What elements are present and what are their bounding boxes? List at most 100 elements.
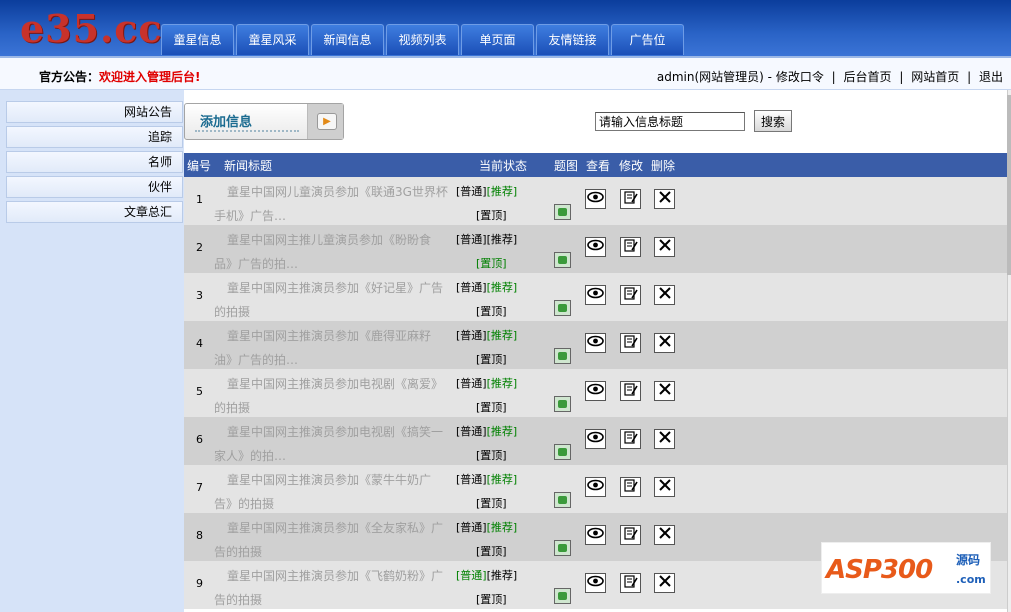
news-title[interactable]: 童星中国网主推儿童演员参加《盼盼食品》广告的拍…: [214, 228, 449, 276]
delete-x-icon[interactable]: [654, 381, 675, 401]
status-normal[interactable]: [普通]: [456, 329, 487, 342]
edit-icon[interactable]: [620, 573, 641, 593]
status-normal[interactable]: [普通]: [456, 233, 487, 246]
news-title[interactable]: 童星中国网儿童演员参加《联通3G世界杯手机》广告…: [214, 180, 449, 228]
status-recommend[interactable]: [推荐]: [487, 569, 518, 582]
status-recommend[interactable]: [推荐]: [487, 233, 518, 246]
delete-x-icon[interactable]: [654, 429, 675, 449]
sidebar-item-teachers[interactable]: 名师: [6, 151, 183, 173]
notice-bar: 官方公告：欢迎进入管理后台! admin(网站管理员) - 修改口令 | 后台首…: [0, 56, 1011, 90]
news-title[interactable]: 童星中国网主推演员参加《鹿得亚麻籽油》广告的拍…: [214, 324, 449, 372]
delete-x-icon[interactable]: [654, 285, 675, 305]
status-normal[interactable]: [普通]: [456, 185, 487, 198]
edit-icon[interactable]: [620, 333, 641, 353]
site-home-link[interactable]: 网站首页: [911, 70, 959, 84]
edit-icon[interactable]: [620, 189, 641, 209]
edit-icon[interactable]: [620, 525, 641, 545]
status-normal[interactable]: [普通]: [456, 569, 487, 582]
eye-icon[interactable]: [585, 477, 606, 497]
tab-single-page[interactable]: 单页面: [461, 24, 534, 55]
top-header: e35.cc 童星信息 童星风采 新闻信息 视频列表 单页面 友情链接 广告位: [0, 0, 1011, 56]
status-line: [普通][推荐]: [456, 564, 538, 588]
delete-x-icon[interactable]: [654, 573, 675, 593]
status-line: [普通][推荐]: [456, 324, 538, 348]
status-top[interactable]: [置顶]: [476, 588, 507, 612]
sidebar-item-tracking[interactable]: 追踪: [6, 126, 183, 148]
status-recommend[interactable]: [推荐]: [487, 329, 518, 342]
sidebar-item-articles[interactable]: 文章总汇: [6, 201, 183, 223]
status-normal[interactable]: [普通]: [456, 377, 487, 390]
delete-x-icon[interactable]: [654, 189, 675, 209]
status-normal[interactable]: [普通]: [456, 473, 487, 486]
col-image: 题图: [554, 159, 579, 173]
image-icon[interactable]: [554, 540, 571, 556]
watermark-source-code: 源码: [956, 553, 981, 567]
edit-icon[interactable]: [620, 477, 641, 497]
sidebar: 网站公告 追踪 名师 伙伴 文章总汇: [0, 90, 184, 612]
status-normal[interactable]: [普通]: [456, 281, 487, 294]
separator: |: [899, 70, 904, 84]
image-icon[interactable]: [554, 348, 571, 364]
news-title[interactable]: 童星中国网主推演员参加《好记星》广告的拍摄: [214, 276, 449, 324]
edit-icon[interactable]: [620, 237, 641, 257]
image-icon[interactable]: [554, 444, 571, 460]
image-icon[interactable]: [554, 492, 571, 508]
eye-icon[interactable]: [585, 525, 606, 545]
col-edit: 修改: [619, 159, 644, 173]
status-recommend[interactable]: [推荐]: [487, 425, 518, 438]
table-row: 5 童星中国网主推演员参加电视剧《离爱》的拍摄 [普通][推荐] [置顶]: [184, 369, 1007, 417]
status-line: [普通][推荐]: [456, 180, 538, 204]
eye-icon[interactable]: [585, 333, 606, 353]
eye-icon[interactable]: [585, 285, 606, 305]
news-title[interactable]: 童星中国网主推演员参加《飞鹤奶粉》广告的拍摄: [214, 564, 449, 612]
status-recommend[interactable]: [推荐]: [487, 377, 518, 390]
add-info-button[interactable]: 添加信息 ▶: [184, 103, 344, 140]
tab-friend-links[interactable]: 友情链接: [536, 24, 609, 55]
image-icon[interactable]: [554, 204, 571, 220]
edit-icon[interactable]: [620, 285, 641, 305]
edit-icon[interactable]: [620, 381, 641, 401]
news-title[interactable]: 童星中国网主推演员参加电视剧《搞笑一家人》的拍…: [214, 420, 449, 468]
logout-link[interactable]: 退出: [979, 70, 1003, 84]
status-recommend[interactable]: [推荐]: [487, 281, 518, 294]
col-delete: 删除: [651, 159, 676, 173]
status-normal[interactable]: [普通]: [456, 425, 487, 438]
news-title[interactable]: 童星中国网主推演员参加《全友家私》广告的拍摄: [214, 516, 449, 564]
change-password-link[interactable]: 修改口令: [776, 70, 824, 84]
row-number: 4: [196, 337, 203, 350]
sidebar-item-partners[interactable]: 伙伴: [6, 176, 183, 198]
image-icon[interactable]: [554, 300, 571, 316]
edit-icon[interactable]: [620, 429, 641, 449]
tab-ad-slot[interactable]: 广告位: [611, 24, 684, 55]
main-content: 添加信息 ▶ 搜索 编号 新闻标题 当前状态 题图 查看 修改 删除 1 童星中国…: [184, 90, 1007, 612]
eye-icon[interactable]: [585, 573, 606, 593]
eye-icon[interactable]: [585, 429, 606, 449]
delete-x-icon[interactable]: [654, 525, 675, 545]
image-icon[interactable]: [554, 396, 571, 412]
news-title[interactable]: 童星中国网主推演员参加《蒙牛牛奶广告》的拍摄: [214, 468, 449, 516]
image-icon[interactable]: [554, 588, 571, 604]
eye-icon[interactable]: [585, 381, 606, 401]
news-title[interactable]: 童星中国网主推演员参加电视剧《离爱》的拍摄: [214, 372, 449, 420]
sidebar-item-announcements[interactable]: 网站公告: [6, 101, 183, 123]
status-recommend[interactable]: [推荐]: [487, 185, 518, 198]
search-button[interactable]: 搜索: [754, 110, 792, 132]
delete-x-icon[interactable]: [654, 333, 675, 353]
admin-home-link[interactable]: 后台首页: [844, 70, 892, 84]
status-normal[interactable]: [普通]: [456, 521, 487, 534]
image-icon[interactable]: [554, 252, 571, 268]
delete-x-icon[interactable]: [654, 237, 675, 257]
search-input[interactable]: [595, 112, 745, 131]
delete-x-icon[interactable]: [654, 477, 675, 497]
user-links: admin(网站管理员) - 修改口令 | 后台首页 | 网站首页 | 退出: [657, 68, 1003, 85]
scrollbar-thumb[interactable]: [1007, 95, 1011, 275]
tab-star-info[interactable]: 童星信息: [161, 24, 234, 55]
tab-news[interactable]: 新闻信息: [311, 24, 384, 55]
eye-icon[interactable]: [585, 189, 606, 209]
table-row: 3 童星中国网主推演员参加《好记星》广告的拍摄 [普通][推荐] [置顶]: [184, 273, 1007, 321]
eye-icon[interactable]: [585, 237, 606, 257]
status-recommend[interactable]: [推荐]: [487, 473, 518, 486]
tab-video-list[interactable]: 视频列表: [386, 24, 459, 55]
status-recommend[interactable]: [推荐]: [487, 521, 518, 534]
tab-star-style[interactable]: 童星风采: [236, 24, 309, 55]
